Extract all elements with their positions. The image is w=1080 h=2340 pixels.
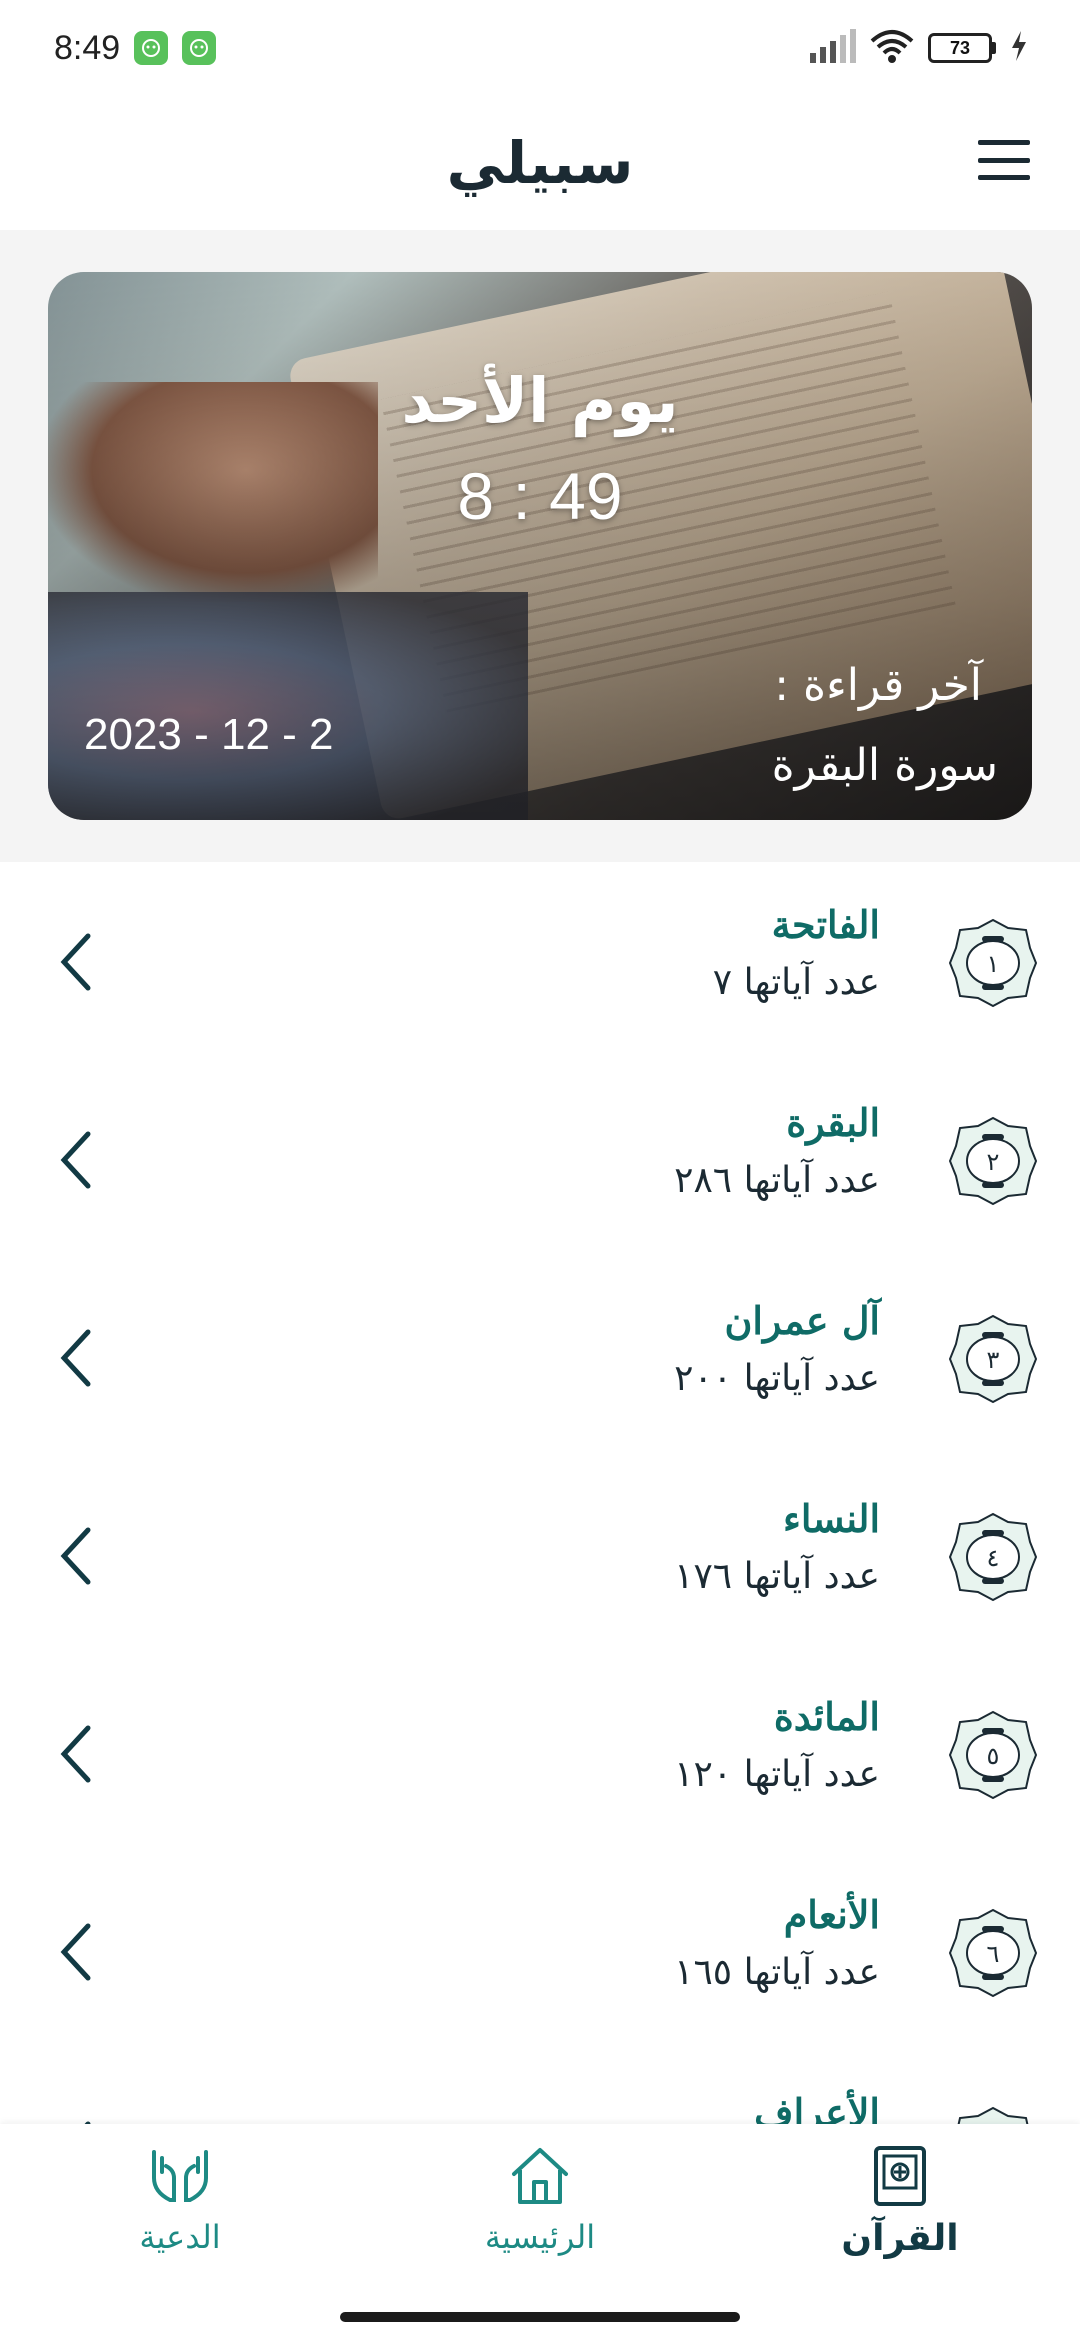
surah-list: ١ الفاتحة عدد آياتها ٧ ٢ البقرة عدد آيات… (0, 862, 1080, 2124)
chevron-left-icon[interactable] (56, 1724, 96, 1784)
surah-name: آل عمران (724, 1298, 880, 1343)
home-icon (512, 2148, 568, 2204)
status-time: 8:49 (54, 28, 121, 67)
surah-number-badge-icon: ٦ (948, 1908, 1038, 1998)
current-time: 8 : 49 (457, 459, 623, 533)
chevron-left-icon[interactable] (56, 1130, 96, 1190)
surah-number-badge-icon: ٧ (957, 2106, 1029, 2124)
surah-ayat-count: عدد آياتها ٢٨٦ (674, 1160, 880, 1201)
status-right: 73 (808, 29, 1028, 67)
app-title: سبيلي (446, 129, 634, 197)
status-bar: 8:49 73 (0, 0, 1080, 96)
bottom-navigation: الدعية الرئيسية القرآن (0, 2124, 1080, 2340)
battery-icon: 73 (928, 33, 996, 63)
signal-icon (808, 29, 856, 67)
surah-ayat-count: عدد آياتها ٧ (712, 962, 880, 1003)
chevron-left-icon[interactable] (56, 932, 96, 992)
surah-name: البقرة (786, 1100, 880, 1145)
hamburger-menu-icon[interactable] (978, 140, 1030, 180)
quran-book-icon (874, 2146, 926, 2206)
surah-ayat-count: عدد آياتها ٢٠٠ (674, 1358, 880, 1399)
nav-label: الدعية (139, 2218, 221, 2256)
surah-name: الفاتحة (771, 902, 880, 947)
battery-level: 73 (949, 37, 971, 58)
surah-name: الأنعام (783, 1892, 880, 1937)
surah-number-badge-icon: ٢ (948, 1116, 1038, 1206)
surah-row[interactable]: ٢ البقرة عدد آياتها ٢٨٦ (0, 1060, 1080, 1258)
nav-item-duas[interactable]: الدعية (60, 2144, 300, 2284)
surah-name: المائدة (773, 1694, 880, 1739)
surah-row[interactable]: ٧ الأعراف (0, 2050, 1080, 2124)
current-date: 2023 - 12 - 2 (84, 710, 334, 759)
surah-number-badge-icon: ٣ (948, 1314, 1038, 1404)
surah-number-badge-icon: ٥ (948, 1710, 1038, 1800)
surah-name: الأعراف (754, 2090, 880, 2124)
surah-row[interactable]: ٣ آل عمران عدد آياتها ٢٠٠ (0, 1258, 1080, 1456)
chevron-left-icon[interactable] (56, 1328, 96, 1388)
nav-item-home[interactable]: الرئيسية (420, 2144, 660, 2284)
surah-row[interactable]: ٤ النساء عدد آياتها ١٧٦ (0, 1456, 1080, 1654)
wifi-icon (870, 29, 914, 67)
status-left: 8:49 (54, 28, 217, 68)
app-header: سبيلي (0, 96, 1080, 230)
nav-label-active: القرآن (841, 2218, 959, 2259)
surah-row[interactable]: ٦ الأنعام عدد آياتها ١٦٥ (0, 1852, 1080, 2050)
notification-app-icon (134, 31, 169, 65)
svg-text:٥: ٥ (987, 1742, 1000, 1770)
surah-row[interactable]: ١ الفاتحة عدد آياتها ٧ (0, 862, 1080, 1060)
last-read-card[interactable]: يوم الأحد 8 : 49 2023 - 12 - 2 آخر قراءة… (48, 272, 1032, 820)
chevron-left-icon[interactable] (56, 1526, 96, 1586)
nav-label: الرئيسية (484, 2218, 596, 2256)
surah-ayat-count: عدد آياتها ١٦٥ (674, 1952, 880, 1993)
surah-row[interactable]: ٥ المائدة عدد آياتها ١٢٠ (0, 1654, 1080, 1852)
nav-item-quran[interactable]: القرآن (780, 2144, 1020, 2284)
surah-ayat-count: عدد آياتها ١٧٦ (674, 1556, 880, 1597)
svg-text:٢: ٢ (987, 1148, 1000, 1176)
surah-ayat-count: عدد آياتها ١٢٠ (674, 1754, 880, 1795)
svg-text:١: ١ (987, 950, 1000, 978)
day-name: يوم الأحد (401, 364, 679, 437)
svg-text:٦: ٦ (987, 1940, 1000, 1968)
last-read-surah: سورة البقرة (771, 740, 998, 791)
surah-name: النساء (783, 1496, 880, 1541)
charging-icon (1010, 31, 1028, 65)
hero-section: يوم الأحد 8 : 49 2023 - 12 - 2 آخر قراءة… (0, 230, 1080, 862)
surah-number-badge-icon: ٤ (948, 1512, 1038, 1602)
svg-text:٤: ٤ (987, 1544, 1000, 1572)
home-indicator (340, 2312, 740, 2322)
chevron-left-icon[interactable] (56, 1922, 96, 1982)
prayer-hands-icon (152, 2150, 208, 2202)
svg-text:٣: ٣ (987, 1346, 1000, 1374)
last-read-label: آخر قراءة : (774, 660, 982, 711)
notification-app-icon (182, 31, 217, 65)
surah-number-badge-icon: ١ (948, 918, 1038, 1008)
